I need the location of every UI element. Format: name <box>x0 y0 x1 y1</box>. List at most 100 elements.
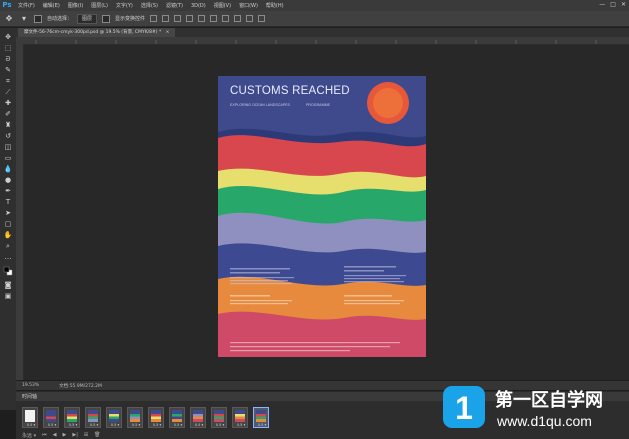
align-left-icon[interactable] <box>186 15 194 22</box>
timeline-frame[interactable]: 0.5 ▾ <box>169 407 185 428</box>
timeline-frame[interactable]: 0.5 ▾ <box>232 407 248 428</box>
loop-select[interactable]: 永远 ▾ <box>22 432 36 439</box>
zoom-level[interactable]: 19.53% <box>22 383 39 388</box>
menu-help[interactable]: 帮助(H) <box>262 2 288 9</box>
distribute-bottom-icon[interactable] <box>246 15 254 22</box>
frame-thumbnail <box>67 410 77 422</box>
color-swatch-icon[interactable] <box>3 265 13 276</box>
maximize-button[interactable]: □ <box>610 1 616 8</box>
quick-select-tool-icon[interactable]: ✎ <box>3 65 13 75</box>
distribute-top-icon[interactable] <box>222 15 230 22</box>
menu-type[interactable]: 文字(Y) <box>112 2 137 9</box>
align-right-icon[interactable] <box>210 15 218 22</box>
poster-subtitle-left: EXPLORING OCEAN LANDSCAPES <box>230 103 290 107</box>
frame-delay[interactable]: 0.5 ▾ <box>65 423 81 427</box>
marquee-tool-icon[interactable]: ⬚ <box>3 43 13 53</box>
first-frame-button[interactable]: ⏮ <box>42 432 47 439</box>
frame-thumbnail <box>193 410 203 422</box>
timeline-title[interactable]: 时间轴 <box>22 393 37 400</box>
timeline-frame[interactable]: 0.5 ▾ <box>106 407 122 428</box>
frame-delay[interactable]: 0.5 ▾ <box>128 423 144 427</box>
timeline-frame[interactable]: 0.5 ▾ <box>22 407 38 428</box>
show-transform-label: 显示变换控件 <box>115 16 146 22</box>
timeline-frame[interactable]: 0.5 ▾ <box>211 407 227 428</box>
menu-view[interactable]: 视图(V) <box>210 2 235 9</box>
auto-select-checkbox[interactable] <box>34 14 42 23</box>
frame-thumbnail <box>172 410 182 422</box>
healing-brush-tool-icon[interactable]: ✚ <box>3 98 13 108</box>
eyedropper-tool-icon[interactable]: ⟋ <box>3 87 13 97</box>
quick-mask-icon[interactable]: ◙ <box>3 280 13 290</box>
frame-thumbnail <box>46 410 56 422</box>
move-tool-icon[interactable]: ✥ <box>3 32 13 42</box>
align-top-icon[interactable] <box>150 15 158 22</box>
frame-delay[interactable]: 0.5 ▾ <box>254 423 270 427</box>
distribute-left-icon[interactable] <box>258 15 266 22</box>
frame-delay[interactable]: 0.5 ▾ <box>44 423 60 427</box>
screen-mode-icon[interactable]: ▣ <box>3 291 13 301</box>
gradient-tool-icon[interactable]: ▭ <box>3 153 13 163</box>
show-transform-checkbox[interactable] <box>102 14 111 23</box>
timeline-frame[interactable]: 0.5 ▾ <box>85 407 101 428</box>
timeline-frame[interactable]: 0.5 ▾ <box>64 407 80 428</box>
menu-file[interactable]: 文件(F) <box>14 2 39 9</box>
type-tool-icon[interactable]: T <box>3 197 13 207</box>
watermark-logo-char: 1 <box>455 390 473 426</box>
align-center-icon[interactable] <box>198 15 206 22</box>
menu-layer[interactable]: 图层(L) <box>87 2 112 9</box>
document-tab-title: 摩文件-56-76cm-cmyk-300pd.psd @ 19.5% (背景, … <box>24 30 162 35</box>
document-size: 文档:55.9M/272.2M <box>59 383 102 389</box>
close-window-button[interactable]: ✕ <box>621 1 626 8</box>
frame-delay[interactable]: 0.5 ▾ <box>107 423 123 427</box>
auto-select-dropdown[interactable]: 图层 <box>77 13 98 24</box>
poster-artwork[interactable]: CUSTOMS REACHED EXPLORING OCEAN LANDSCAP… <box>218 76 426 357</box>
hand-tool-icon[interactable]: ✋ <box>3 230 13 240</box>
menu-edit[interactable]: 编辑(E) <box>39 2 64 9</box>
menu-image[interactable]: 图像(I) <box>64 2 87 9</box>
menu-3d[interactable]: 3D(D) <box>187 3 210 9</box>
pen-tool-icon[interactable]: ✒ <box>3 186 13 196</box>
distribute-middle-icon[interactable] <box>234 15 242 22</box>
frame-delay[interactable]: 0.5 ▾ <box>191 423 207 427</box>
previous-frame-button[interactable]: ◀ <box>53 432 57 439</box>
eraser-tool-icon[interactable]: ◫ <box>3 142 13 152</box>
align-middle-icon[interactable] <box>162 15 170 22</box>
crop-tool-icon[interactable]: ⌗ <box>3 76 13 86</box>
frame-delay[interactable]: 0.5 ▾ <box>170 423 186 427</box>
menu-window[interactable]: 窗口(W) <box>235 2 262 9</box>
brush-tool-icon[interactable]: ✐ <box>3 109 13 119</box>
dodge-tool-icon[interactable]: ● <box>3 175 13 185</box>
timeline-frame[interactable]: 0.5 ▾ <box>127 407 143 428</box>
delete-frame-button[interactable]: 🗑 <box>94 432 100 439</box>
path-select-tool-icon[interactable]: ➤ <box>3 208 13 218</box>
timeline-frame[interactable]: 0.5 ▾ <box>43 407 59 428</box>
frame-delay[interactable]: 0.5 ▾ <box>212 423 228 427</box>
blur-tool-icon[interactable]: 💧 <box>3 164 13 174</box>
duplicate-frame-button[interactable]: ⊞ <box>84 432 88 439</box>
poster-title: CUSTOMS REACHED <box>230 85 350 97</box>
poster-illustration <box>218 76 426 357</box>
menu-filter[interactable]: 滤镜(T) <box>162 2 187 9</box>
timeline-frame[interactable]: 0.5 ▾ <box>253 407 269 428</box>
frame-delay[interactable]: 0.5 ▾ <box>86 423 102 427</box>
shape-tool-icon[interactable]: ▢ <box>3 219 13 229</box>
frame-delay[interactable]: 0.5 ▾ <box>23 423 39 427</box>
tab-close-icon[interactable]: × <box>166 30 170 35</box>
lasso-tool-icon[interactable]: ᘐ <box>3 54 13 64</box>
zoom-tool-icon[interactable]: ⌕ <box>3 241 13 251</box>
move-icon[interactable]: ✥ <box>4 14 14 24</box>
menu-select[interactable]: 选择(S) <box>137 2 162 9</box>
play-button[interactable]: ▶ <box>62 432 66 439</box>
clone-stamp-tool-icon[interactable]: ♜ <box>3 120 13 130</box>
timeline-frame[interactable]: 0.5 ▾ <box>190 407 206 428</box>
more-tools-icon[interactable]: … <box>3 252 13 262</box>
timeline-frame[interactable]: 0.5 ▾ <box>148 407 164 428</box>
tool-preset-chevron-icon[interactable]: ▾ <box>19 14 29 24</box>
minimize-button[interactable]: — <box>599 1 605 8</box>
frame-delay[interactable]: 0.5 ▾ <box>233 423 249 427</box>
next-frame-button[interactable]: ▶| <box>72 432 78 439</box>
document-tab[interactable]: 摩文件-56-76cm-cmyk-300pd.psd @ 19.5% (背景, … <box>18 28 176 37</box>
history-brush-tool-icon[interactable]: ↺ <box>3 131 13 141</box>
frame-delay[interactable]: 0.5 ▾ <box>149 423 165 427</box>
align-bottom-icon[interactable] <box>174 15 182 22</box>
